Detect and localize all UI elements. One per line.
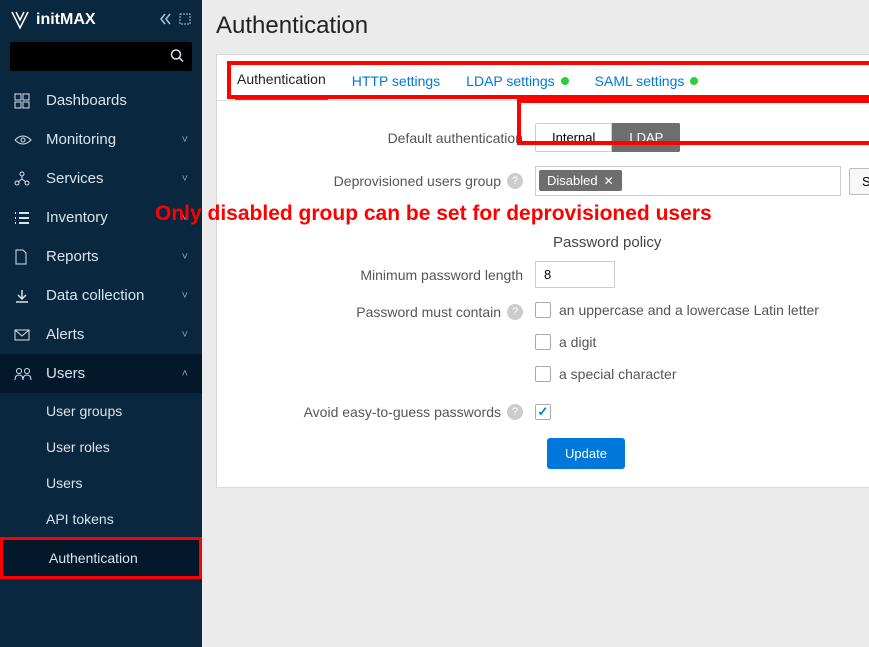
form: Default authentication Internal LDAP Dep… xyxy=(217,101,869,487)
search-icon[interactable] xyxy=(170,48,184,65)
subnav-users[interactable]: Users xyxy=(0,465,202,501)
chevron-down-icon: ˅ xyxy=(182,173,188,185)
checkbox-label: an uppercase and a lowercase Latin lette… xyxy=(559,302,819,318)
chevron-down-icon: ˅ xyxy=(182,251,188,263)
checkbox-special-char[interactable] xyxy=(535,366,551,382)
users-icon xyxy=(14,367,38,381)
chevron-down-icon: ˅ xyxy=(182,329,188,341)
auth-option-ldap[interactable]: LDAP xyxy=(612,123,680,152)
search-input[interactable] xyxy=(10,42,192,71)
panel: Authentication HTTP settings LDAP settin… xyxy=(216,54,869,488)
update-button[interactable]: Update xyxy=(547,438,625,469)
sidebar-header: initMAX xyxy=(0,0,202,38)
sidebar-item-alerts[interactable]: Alerts ˅ xyxy=(0,315,202,354)
min-length-label: Minimum password length xyxy=(235,267,535,283)
tab-ldap-settings[interactable]: LDAP settings xyxy=(464,67,570,100)
status-dot-icon xyxy=(690,77,698,85)
remove-tag-icon[interactable]: ✕ xyxy=(604,174,614,188)
tab-saml-settings[interactable]: SAML settings xyxy=(593,67,701,100)
deprov-tag: Disabled ✕ xyxy=(539,170,622,191)
page-title: Authentication xyxy=(216,12,869,40)
help-icon[interactable]: ? xyxy=(507,404,523,420)
download-icon xyxy=(14,288,38,304)
min-length-input[interactable] xyxy=(535,261,615,288)
deprov-label: Deprovisioned users group xyxy=(334,173,501,189)
envelope-icon xyxy=(14,329,38,341)
checkbox-label: a digit xyxy=(559,334,596,350)
sidebar-item-services[interactable]: Services ˅ xyxy=(0,159,202,198)
auth-option-internal[interactable]: Internal xyxy=(535,123,612,152)
expand-icon[interactable] xyxy=(178,12,192,29)
default-auth-label: Default authentication xyxy=(235,130,535,146)
chevron-up-icon: ˄ xyxy=(182,368,188,380)
select-button[interactable]: Select xyxy=(849,168,869,195)
sidebar-item-label: Alerts xyxy=(46,326,182,343)
sidebar-item-label: Services xyxy=(46,170,182,187)
subnav-user-roles[interactable]: User roles xyxy=(0,429,202,465)
tab-http-settings[interactable]: HTTP settings xyxy=(350,67,442,100)
password-policy-heading: Password policy xyxy=(235,230,869,261)
chevron-down-icon: ˅ xyxy=(182,290,188,302)
annotation-text: Only disabled group can be set for depro… xyxy=(155,202,869,226)
collapse-icon[interactable] xyxy=(158,12,172,29)
sidebar-item-users[interactable]: Users ˄ xyxy=(0,354,202,393)
help-icon[interactable]: ? xyxy=(507,173,523,189)
logo-icon xyxy=(10,10,30,30)
checkbox-uppercase-lowercase[interactable] xyxy=(535,302,551,318)
chevron-down-icon: ˅ xyxy=(182,134,188,146)
sidebar: initMAX Dashboards Monitoring ˅ Services… xyxy=(0,0,202,647)
eye-icon xyxy=(14,134,38,146)
status-dot-icon xyxy=(561,77,569,85)
document-icon xyxy=(14,249,38,265)
checkbox-avoid-easy[interactable] xyxy=(535,404,551,420)
help-icon[interactable]: ? xyxy=(507,304,523,320)
sidebar-item-data-collection[interactable]: Data collection ˅ xyxy=(0,276,202,315)
list-icon xyxy=(14,210,38,226)
sidebar-item-label: Data collection xyxy=(46,287,182,304)
default-auth-toggle: Internal LDAP xyxy=(535,123,680,152)
sidebar-item-dashboards[interactable]: Dashboards xyxy=(0,81,202,120)
subnav-api-tokens[interactable]: API tokens xyxy=(0,501,202,537)
sidebar-item-label: Reports xyxy=(46,248,182,265)
must-contain-label: Password must contain xyxy=(356,304,501,320)
tabs: Authentication HTTP settings LDAP settin… xyxy=(217,55,869,101)
services-icon xyxy=(14,171,38,187)
sidebar-item-label: Users xyxy=(46,365,182,382)
checkbox-label: a special character xyxy=(559,366,677,382)
sidebar-subnav-users: User groups User roles Users API tokens … xyxy=(0,393,202,579)
sidebar-item-monitoring[interactable]: Monitoring ˅ xyxy=(0,120,202,159)
dashboards-icon xyxy=(14,93,38,109)
brand-logo[interactable]: initMAX xyxy=(10,10,150,30)
checkbox-digit[interactable] xyxy=(535,334,551,350)
sidebar-item-label: Dashboards xyxy=(46,92,188,109)
sidebar-item-reports[interactable]: Reports ˅ xyxy=(0,237,202,276)
subnav-authentication[interactable]: Authentication xyxy=(0,537,202,579)
deprov-group-multiselect[interactable]: Disabled ✕ xyxy=(535,166,841,196)
tab-authentication[interactable]: Authentication xyxy=(235,67,328,100)
search-container xyxy=(10,42,192,71)
sidebar-item-label: Monitoring xyxy=(46,131,182,148)
avoid-easy-label: Avoid easy-to-guess passwords xyxy=(304,404,501,420)
main-content: Authentication Authentication HTTP setti… xyxy=(202,0,869,647)
subnav-user-groups[interactable]: User groups xyxy=(0,393,202,429)
